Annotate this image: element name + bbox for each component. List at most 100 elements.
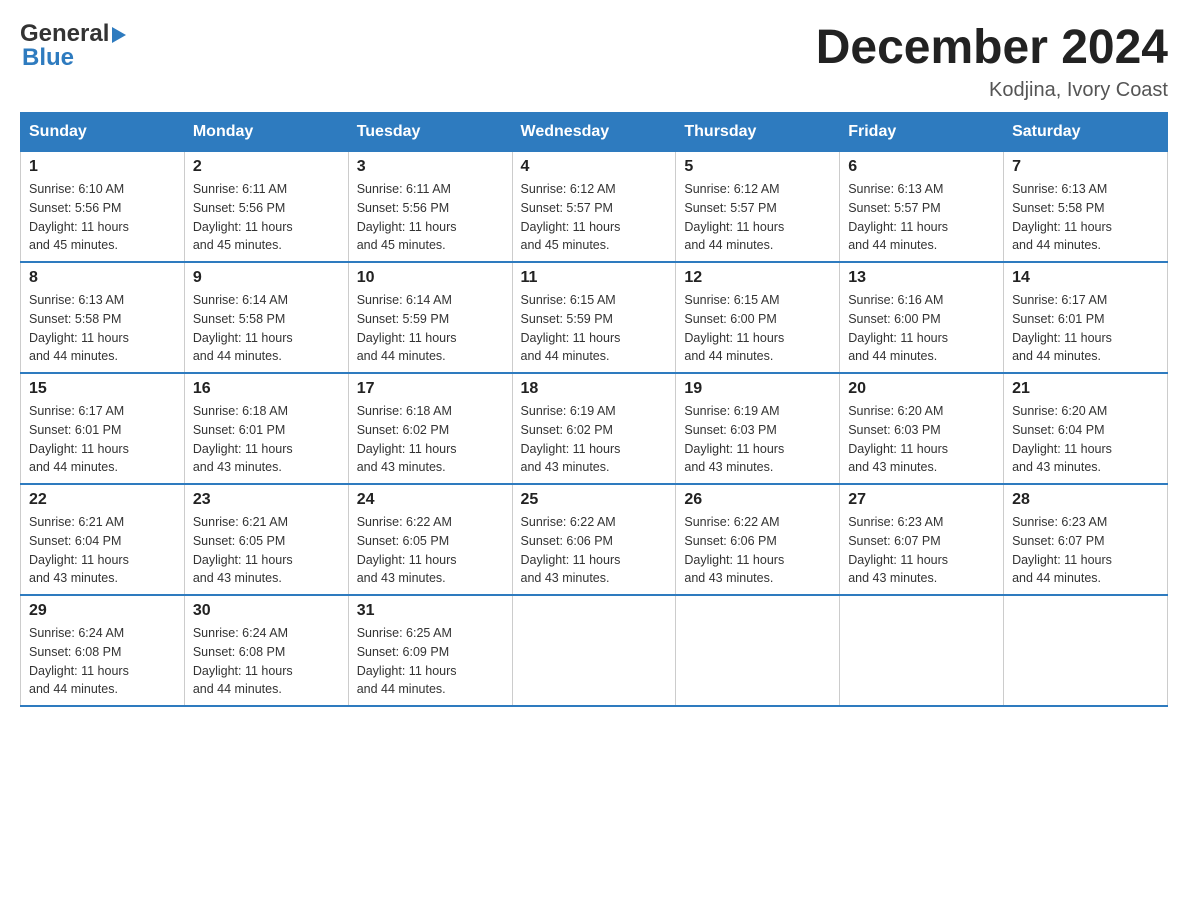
calendar-cell: 18Sunrise: 6:19 AMSunset: 6:02 PMDayligh… — [512, 373, 676, 484]
day-number: 9 — [193, 269, 340, 287]
day-number: 3 — [357, 158, 504, 176]
day-number: 5 — [684, 158, 831, 176]
day-info: Sunrise: 6:22 AMSunset: 6:05 PMDaylight:… — [357, 513, 504, 588]
calendar-cell: 26Sunrise: 6:22 AMSunset: 6:06 PMDayligh… — [676, 484, 840, 595]
day-info: Sunrise: 6:17 AMSunset: 6:01 PMDaylight:… — [29, 402, 176, 477]
calendar-cell: 24 Sunrise: 6:22 AMSunset: 6:05 PMDayligh… — [348, 484, 512, 595]
day-number: 30 — [193, 602, 340, 620]
calendar-cell: 15Sunrise: 6:17 AMSunset: 6:01 PMDayligh… — [21, 373, 185, 484]
calendar-cell: 16Sunrise: 6:18 AMSunset: 6:01 PMDayligh… — [184, 373, 348, 484]
day-number: 25 — [521, 491, 668, 509]
calendar-header-saturday: Saturday — [1004, 113, 1168, 152]
calendar-cell: 25 Sunrise: 6:22 AMSunset: 6:06 PMDayligh… — [512, 484, 676, 595]
calendar-cell: 22 Sunrise: 6:21 AMSunset: 6:04 PMDayligh… — [21, 484, 185, 595]
calendar-cell — [512, 595, 676, 706]
day-number: 22 — [29, 491, 176, 509]
calendar-cell: 1 Sunrise: 6:10 AMSunset: 5:56 PMDaylight… — [21, 152, 185, 263]
calendar-header-friday: Friday — [840, 113, 1004, 152]
day-info: Sunrise: 6:24 AMSunset: 6:08 PMDaylight:… — [29, 624, 176, 699]
day-info: Sunrise: 6:13 AMSunset: 5:58 PMDaylight:… — [29, 291, 176, 366]
calendar-week-1: 1 Sunrise: 6:10 AMSunset: 5:56 PMDaylight… — [21, 152, 1168, 263]
calendar-cell: 7 Sunrise: 6:13 AMSunset: 5:58 PMDaylight… — [1004, 152, 1168, 263]
calendar-header-wednesday: Wednesday — [512, 113, 676, 152]
calendar-week-5: 29 Sunrise: 6:24 AMSunset: 6:08 PMDayligh… — [21, 595, 1168, 706]
calendar-cell: 23 Sunrise: 6:21 AMSunset: 6:05 PMDayligh… — [184, 484, 348, 595]
calendar-cell: 4Sunrise: 6:12 AMSunset: 5:57 PMDaylight… — [512, 152, 676, 263]
day-number: 17 — [357, 380, 504, 398]
day-info: Sunrise: 6:13 AMSunset: 5:58 PMDaylight:… — [1012, 180, 1159, 255]
day-number: 4 — [521, 158, 668, 176]
day-info: Sunrise: 6:21 AMSunset: 6:05 PMDaylight:… — [193, 513, 340, 588]
calendar-cell — [1004, 595, 1168, 706]
calendar-cell — [840, 595, 1004, 706]
day-info: Sunrise: 6:12 AMSunset: 5:57 PMDaylight:… — [684, 180, 831, 255]
calendar-cell: 28Sunrise: 6:23 AMSunset: 6:07 PMDayligh… — [1004, 484, 1168, 595]
calendar-cell: 12 Sunrise: 6:15 AMSunset: 6:00 PMDayligh… — [676, 262, 840, 373]
day-number: 24 — [357, 491, 504, 509]
day-number: 12 — [684, 269, 831, 287]
day-number: 13 — [848, 269, 995, 287]
calendar-cell: 21 Sunrise: 6:20 AMSunset: 6:04 PMDayligh… — [1004, 373, 1168, 484]
day-number: 1 — [29, 158, 176, 176]
calendar-cell: 3 Sunrise: 6:11 AMSunset: 5:56 PMDaylight… — [348, 152, 512, 263]
calendar-cell: 31 Sunrise: 6:25 AMSunset: 6:09 PMDayligh… — [348, 595, 512, 706]
logo: General Blue — [20, 20, 126, 72]
calendar-cell: 2 Sunrise: 6:11 AMSunset: 5:56 PMDaylight… — [184, 152, 348, 263]
day-info: Sunrise: 6:11 AMSunset: 5:56 PMDaylight:… — [193, 180, 340, 255]
day-info: Sunrise: 6:17 AMSunset: 6:01 PMDaylight:… — [1012, 291, 1159, 366]
day-info: Sunrise: 6:16 AMSunset: 6:00 PMDaylight:… — [848, 291, 995, 366]
day-number: 2 — [193, 158, 340, 176]
day-info: Sunrise: 6:10 AMSunset: 5:56 PMDaylight:… — [29, 180, 176, 255]
day-info: Sunrise: 6:19 AMSunset: 6:03 PMDaylight:… — [684, 402, 831, 477]
calendar-header-thursday: Thursday — [676, 113, 840, 152]
day-number: 29 — [29, 602, 176, 620]
day-info: Sunrise: 6:15 AMSunset: 6:00 PMDaylight:… — [684, 291, 831, 366]
day-info: Sunrise: 6:20 AMSunset: 6:03 PMDaylight:… — [848, 402, 995, 477]
calendar-cell: 27 Sunrise: 6:23 AMSunset: 6:07 PMDayligh… — [840, 484, 1004, 595]
calendar-cell: 29 Sunrise: 6:24 AMSunset: 6:08 PMDayligh… — [21, 595, 185, 706]
calendar-cell: 20 Sunrise: 6:20 AMSunset: 6:03 PMDayligh… — [840, 373, 1004, 484]
day-info: Sunrise: 6:15 AMSunset: 5:59 PMDaylight:… — [521, 291, 668, 366]
day-info: Sunrise: 6:14 AMSunset: 5:58 PMDaylight:… — [193, 291, 340, 366]
day-number: 11 — [521, 269, 668, 287]
day-number: 21 — [1012, 380, 1159, 398]
calendar-header-sunday: Sunday — [21, 113, 185, 152]
day-info: Sunrise: 6:11 AMSunset: 5:56 PMDaylight:… — [357, 180, 504, 255]
calendar-table: SundayMondayTuesdayWednesdayThursdayFrid… — [20, 112, 1168, 707]
day-info: Sunrise: 6:14 AMSunset: 5:59 PMDaylight:… — [357, 291, 504, 366]
day-number: 7 — [1012, 158, 1159, 176]
day-number: 20 — [848, 380, 995, 398]
day-info: Sunrise: 6:23 AMSunset: 6:07 PMDaylight:… — [1012, 513, 1159, 588]
day-info: Sunrise: 6:18 AMSunset: 6:01 PMDaylight:… — [193, 402, 340, 477]
day-number: 6 — [848, 158, 995, 176]
calendar-cell — [676, 595, 840, 706]
day-number: 27 — [848, 491, 995, 509]
day-info: Sunrise: 6:23 AMSunset: 6:07 PMDaylight:… — [848, 513, 995, 588]
logo-arrow-icon — [112, 27, 126, 43]
day-number: 23 — [193, 491, 340, 509]
calendar-cell: 8 Sunrise: 6:13 AMSunset: 5:58 PMDaylight… — [21, 262, 185, 373]
calendar-week-4: 22 Sunrise: 6:21 AMSunset: 6:04 PMDayligh… — [21, 484, 1168, 595]
calendar-week-2: 8 Sunrise: 6:13 AMSunset: 5:58 PMDaylight… — [21, 262, 1168, 373]
day-number: 19 — [684, 380, 831, 398]
calendar-cell: 30 Sunrise: 6:24 AMSunset: 6:08 PMDayligh… — [184, 595, 348, 706]
calendar-header-monday: Monday — [184, 113, 348, 152]
calendar-cell: 14Sunrise: 6:17 AMSunset: 6:01 PMDayligh… — [1004, 262, 1168, 373]
day-number: 31 — [357, 602, 504, 620]
day-info: Sunrise: 6:22 AMSunset: 6:06 PMDaylight:… — [521, 513, 668, 588]
title-section: December 2024 Kodjina, Ivory Coast — [816, 20, 1168, 102]
day-info: Sunrise: 6:13 AMSunset: 5:57 PMDaylight:… — [848, 180, 995, 255]
month-title: December 2024 — [816, 20, 1168, 75]
location-label: Kodjina, Ivory Coast — [816, 79, 1168, 102]
calendar-cell: 19 Sunrise: 6:19 AMSunset: 6:03 PMDayligh… — [676, 373, 840, 484]
day-number: 8 — [29, 269, 176, 287]
day-info: Sunrise: 6:19 AMSunset: 6:02 PMDaylight:… — [521, 402, 668, 477]
day-info: Sunrise: 6:18 AMSunset: 6:02 PMDaylight:… — [357, 402, 504, 477]
calendar-header-row: SundayMondayTuesdayWednesdayThursdayFrid… — [21, 113, 1168, 152]
day-info: Sunrise: 6:21 AMSunset: 6:04 PMDaylight:… — [29, 513, 176, 588]
day-info: Sunrise: 6:24 AMSunset: 6:08 PMDaylight:… — [193, 624, 340, 699]
day-info: Sunrise: 6:25 AMSunset: 6:09 PMDaylight:… — [357, 624, 504, 699]
day-info: Sunrise: 6:20 AMSunset: 6:04 PMDaylight:… — [1012, 402, 1159, 477]
calendar-week-3: 15Sunrise: 6:17 AMSunset: 6:01 PMDayligh… — [21, 373, 1168, 484]
day-number: 10 — [357, 269, 504, 287]
